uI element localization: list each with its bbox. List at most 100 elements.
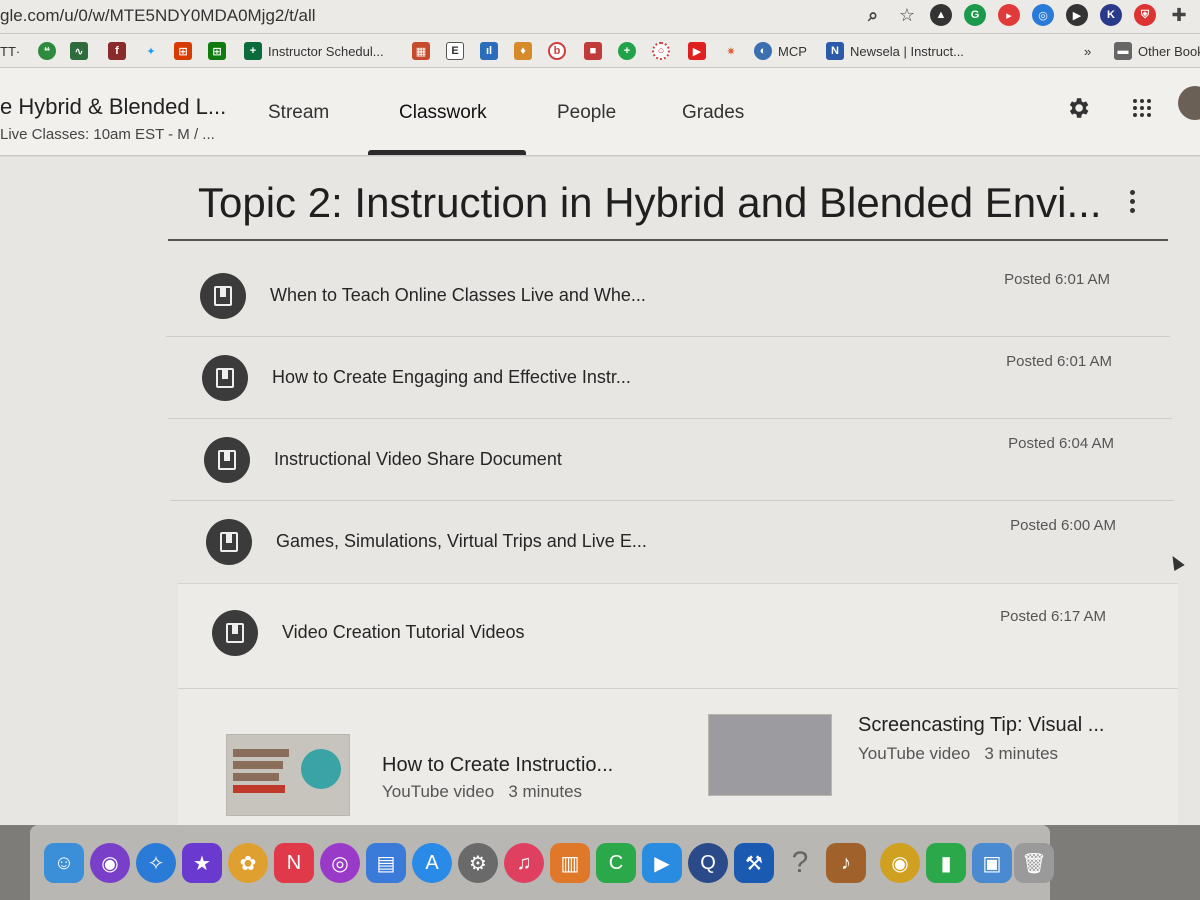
- item-posted-time: Posted 6:04 AM: [1008, 435, 1114, 452]
- youtube-icon: ▶: [688, 42, 706, 60]
- more-vert-icon[interactable]: [1120, 181, 1144, 221]
- bookmark-newsela[interactable]: N Newsela | Instruct...: [826, 40, 964, 62]
- help-icon[interactable]: ?: [780, 843, 820, 883]
- gear-icon[interactable]: [1064, 94, 1092, 122]
- xcode-icon[interactable]: ⚒: [734, 843, 774, 883]
- tab-people[interactable]: People: [557, 102, 616, 124]
- safari-icon[interactable]: ✧: [136, 843, 176, 883]
- apps-grid-icon[interactable]: [1128, 94, 1156, 122]
- bookmark-app[interactable]: f: [108, 40, 126, 62]
- grammarly-icon[interactable]: G: [964, 4, 986, 26]
- classroom-c-icon[interactable]: C: [596, 843, 636, 883]
- item-posted-time: Posted 6:00 AM: [1010, 517, 1116, 534]
- attachment-meta: YouTube video 3 minutes: [858, 744, 1059, 763]
- avatar[interactable]: [1178, 86, 1200, 120]
- material-icon: [212, 610, 258, 656]
- app-store-icon[interactable]: A: [412, 843, 452, 883]
- guitar-icon[interactable]: ♪: [826, 843, 866, 883]
- bookmark-plus-circle[interactable]: +: [618, 40, 636, 62]
- bookmark-e[interactable]: E: [446, 40, 464, 62]
- shield-icon[interactable]: ⛨: [1134, 4, 1156, 26]
- list-item[interactable]: When to Teach Online Classes Live and Wh…: [166, 257, 1170, 337]
- numbers-icon[interactable]: ▮: [926, 843, 966, 883]
- topic-title: Topic 2: Instruction in Hybrid and Blend…: [198, 179, 1102, 226]
- photos-icon[interactable]: ✿: [228, 843, 268, 883]
- bookmark-other[interactable]: ▬ Other Book: [1114, 40, 1200, 62]
- badge-icon: ♦: [514, 42, 532, 60]
- tab-grades[interactable]: Grades: [682, 102, 744, 124]
- tab-stream[interactable]: Stream: [268, 102, 329, 124]
- class-title[interactable]: e Hybrid & Blended L...: [0, 94, 226, 120]
- bookmark-mcp[interactable]: ◐ MCP: [754, 40, 807, 62]
- url-field[interactable]: gle.com/u/0/w/MTE5NDY0MDA0Mjg2/t/all: [0, 6, 316, 26]
- puzzle-icon[interactable]: ✚: [1168, 4, 1190, 26]
- material-icon: [202, 355, 248, 401]
- music-icon[interactable]: ♫: [504, 843, 544, 883]
- material-icon: [200, 273, 246, 319]
- item-title: When to Teach Online Classes Live and Wh…: [270, 285, 646, 305]
- zoom-icon[interactable]: ⌕: [862, 4, 884, 26]
- screencastify-icon[interactable]: ▸: [998, 4, 1020, 26]
- classroom-header: e Hybrid & Blended L... Live Classes: 10…: [0, 68, 1200, 156]
- list-item[interactable]: Instructional Video Share Document Poste…: [170, 421, 1174, 501]
- books-icon[interactable]: ▥: [550, 843, 590, 883]
- item-title: Games, Simulations, Virtual Trips and Li…: [276, 531, 647, 551]
- extensions-row: ⌕ ☆ ▲ G ▸ ◎ ▶ K ⛨ ✚: [862, 4, 1190, 26]
- bookmark-square[interactable]: ■: [584, 40, 602, 62]
- active-tab-indicator: [368, 150, 526, 155]
- bookmark-star-icon[interactable]: ☆: [896, 4, 918, 26]
- list-item[interactable]: How to Create Engaging and Effective Ins…: [168, 339, 1172, 419]
- attachment-card[interactable]: How to Create Instructio... YouTube vide…: [226, 734, 666, 816]
- bookmark-b[interactable]: b: [548, 40, 566, 62]
- tab-classwork[interactable]: Classwork: [399, 102, 487, 124]
- bookmark-lifebuoy[interactable]: ○: [652, 40, 670, 62]
- chrome-icon[interactable]: ◉: [880, 843, 920, 883]
- item-title: Instructional Video Share Document: [274, 449, 562, 469]
- bookmark-twitter[interactable]: ✦: [142, 40, 160, 62]
- bookmark-instructor-schedule[interactable]: + Instructor Schedul...: [244, 40, 384, 62]
- k-icon[interactable]: K: [1100, 4, 1122, 26]
- keynote-icon[interactable]: ▤: [366, 843, 406, 883]
- bookmark-item[interactable]: TT·: [0, 40, 20, 62]
- system-preferences-icon[interactable]: ⚙: [458, 843, 498, 883]
- bookmark-star[interactable]: ✷: [722, 40, 740, 62]
- bookmarks-overflow[interactable]: »: [1084, 40, 1091, 62]
- material-icon: [206, 519, 252, 565]
- chart-icon: ∿: [70, 42, 88, 60]
- headset-icon: ◐: [754, 42, 772, 60]
- bookmark-badge[interactable]: ♦: [514, 40, 532, 62]
- bookmark-hangouts[interactable]: ❝: [38, 40, 56, 62]
- bookmark-youtube[interactable]: ▶: [688, 40, 706, 62]
- list-item[interactable]: Games, Simulations, Virtual Trips and Li…: [172, 503, 1176, 583]
- compass-icon[interactable]: ◎: [1032, 4, 1054, 26]
- bookmark-analytics[interactable]: ıl: [480, 40, 498, 62]
- app-icon: f: [108, 42, 126, 60]
- imovie-icon[interactable]: ★: [182, 843, 222, 883]
- bookmarks-bar: TT· ❝ ∿ f ✦ ⊞ ⊞ + Instructor Schedul... ▦…: [0, 34, 1200, 68]
- bookmark-chart[interactable]: ∿: [70, 40, 88, 62]
- trash-icon[interactable]: 🗑: [1014, 843, 1054, 883]
- quicktime-icon[interactable]: Q: [688, 843, 728, 883]
- bookmark-windows-2[interactable]: ⊞: [208, 40, 226, 62]
- star-icon: ✷: [726, 45, 736, 58]
- siri-icon[interactable]: ◉: [90, 843, 130, 883]
- classwork-main: Topic 2: Instruction in Hybrid and Blend…: [0, 157, 1200, 825]
- podcasts-icon[interactable]: ◎: [320, 843, 360, 883]
- news-icon[interactable]: N: [274, 843, 314, 883]
- play-icon[interactable]: ▶: [1066, 4, 1088, 26]
- bookmark-game[interactable]: ▦: [412, 40, 430, 62]
- attachment-card[interactable]: Screencasting Tip: Visual ... YouTube vi…: [708, 714, 1148, 796]
- attachment-title: How to Create Instructio...: [382, 754, 614, 776]
- zoom-icon[interactable]: ▶: [642, 843, 682, 883]
- item-title: Video Creation Tutorial Videos: [282, 622, 525, 642]
- material-icon: [204, 437, 250, 483]
- bookmark-windows-1[interactable]: ⊞: [174, 40, 192, 62]
- drive-icon[interactable]: ▲: [930, 4, 952, 26]
- finder-icon[interactable]: ☺: [44, 843, 84, 883]
- plus-circle-icon: +: [618, 42, 636, 60]
- preview-icon[interactable]: ▣: [972, 843, 1012, 883]
- plus-icon: +: [244, 42, 262, 60]
- lifebuoy-icon: ○: [652, 42, 670, 60]
- list-item[interactable]: Video Creation Tutorial Videos Posted 6:…: [178, 594, 1178, 674]
- windows-icon: ⊞: [174, 42, 192, 60]
